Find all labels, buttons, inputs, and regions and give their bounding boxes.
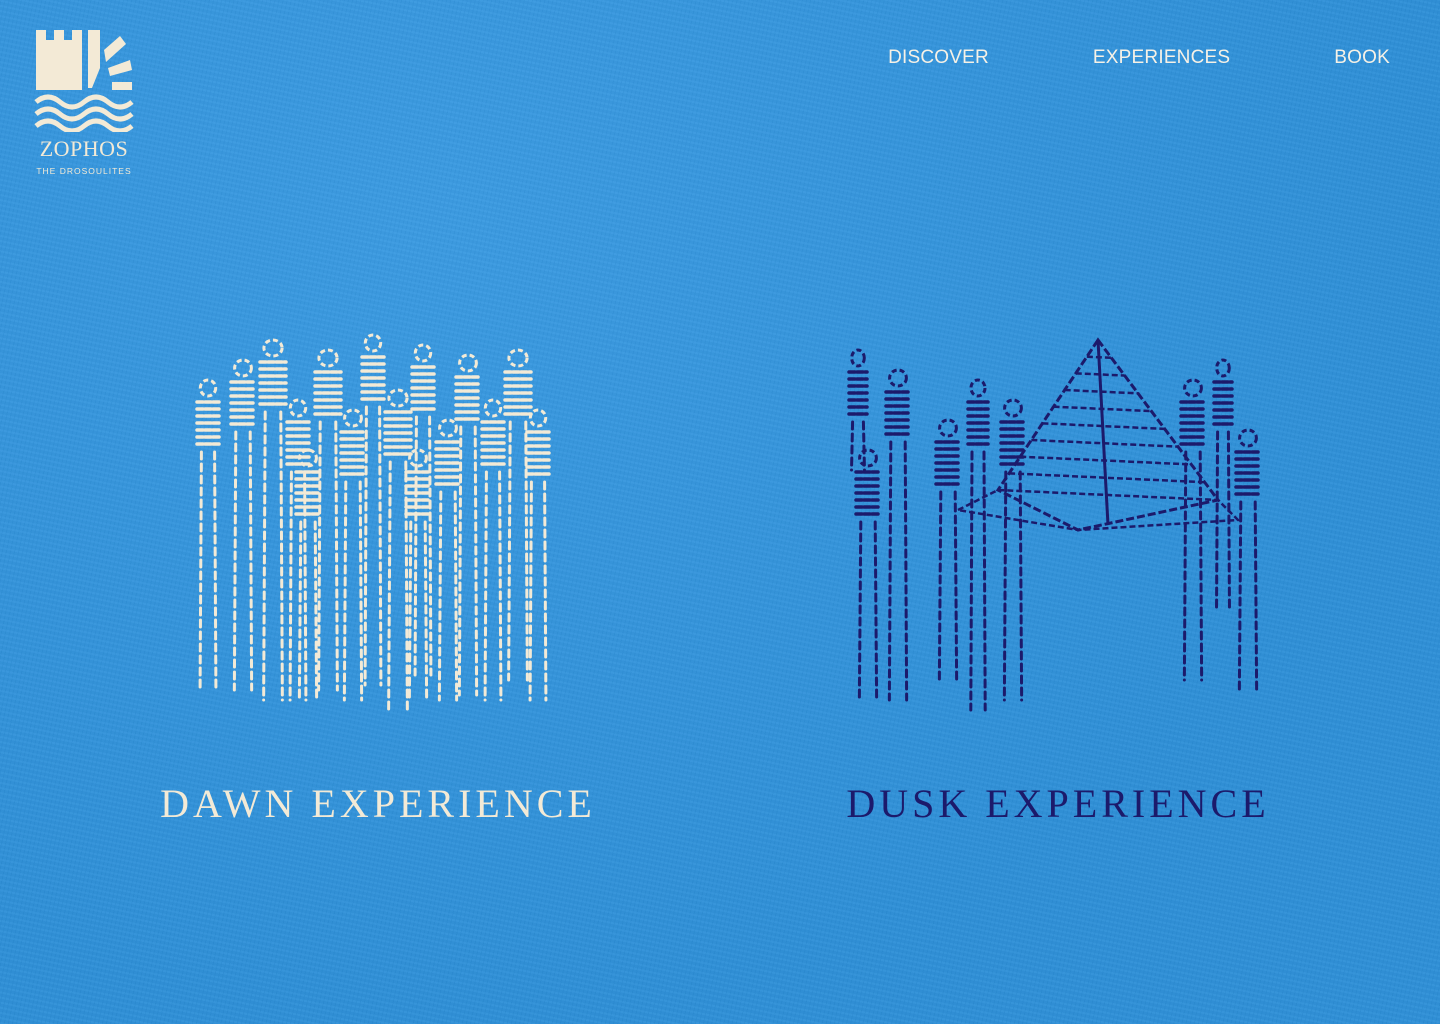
brand-subtitle: THE DROSOULITES xyxy=(36,166,132,176)
dawn-experience-card[interactable]: DAWN EXPERIENCE xyxy=(158,330,598,827)
dusk-experience-card[interactable]: DUSK EXPERIENCE xyxy=(838,330,1278,827)
embroidered-procession-illustration-icon xyxy=(195,333,551,712)
dawn-experience-title: DAWN EXPERIENCE xyxy=(160,781,596,826)
nav-experiences[interactable]: EXPERIENCES xyxy=(1093,47,1230,69)
brand-logo[interactable]: ZOPHOS THE DROSOULITES xyxy=(34,28,134,176)
castle-sun-wave-logo-icon xyxy=(34,30,134,132)
dusk-experience-title: DUSK EXPERIENCE xyxy=(846,781,1270,826)
brand-name: ZOPHOS xyxy=(39,136,129,161)
nav-book[interactable]: BOOK xyxy=(1334,47,1390,69)
main-nav: DISCOVER EXPERIENCES BOOK xyxy=(888,47,1390,69)
embroidered-tent-figures-illustration-icon xyxy=(847,337,1262,712)
nav-discover[interactable]: DISCOVER xyxy=(888,47,989,69)
